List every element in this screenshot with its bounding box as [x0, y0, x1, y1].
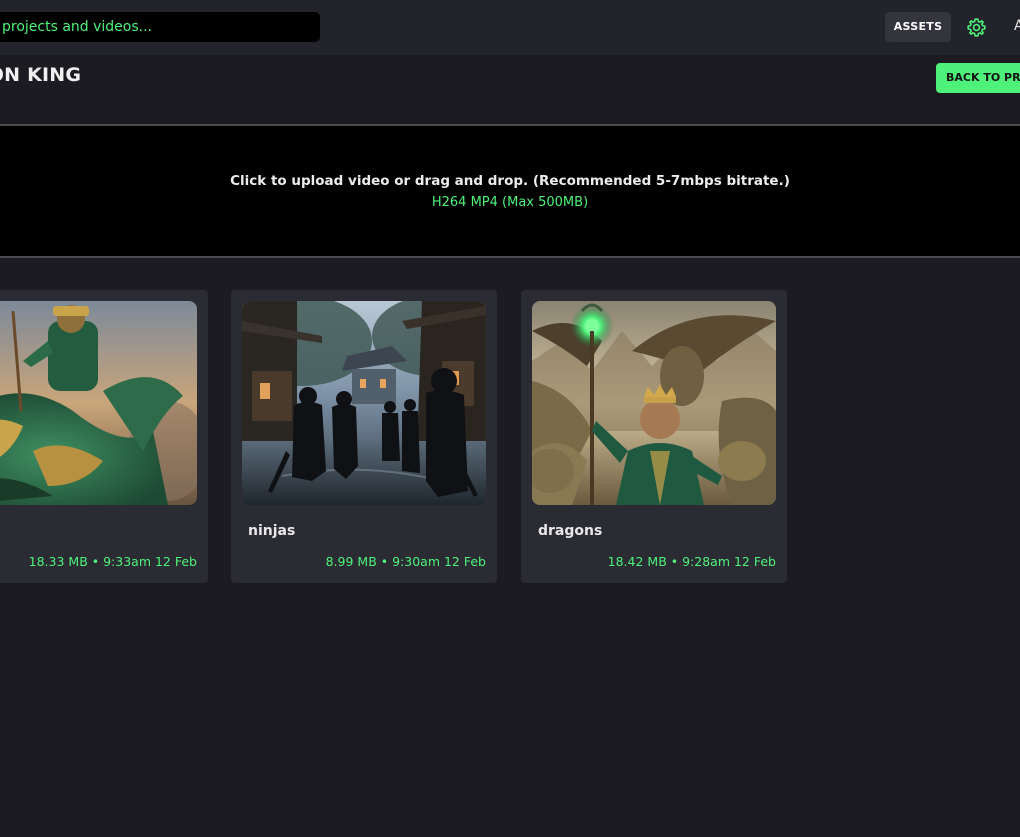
top-bar: projects and videos... ASSETS A: [0, 0, 1020, 55]
account-menu-label[interactable]: A: [1014, 18, 1020, 34]
video-name: ninjas: [248, 523, 296, 539]
video-thumbnail[interactable]: [532, 301, 776, 505]
back-to-projects-button[interactable]: BACK TO PR: [936, 63, 1020, 93]
upload-format-hint: H264 MP4 (Max 500MB): [431, 195, 589, 210]
search-input[interactable]: projects and videos...: [0, 12, 320, 42]
video-name: dragons: [538, 523, 603, 539]
video-thumbnail[interactable]: [242, 301, 486, 505]
upload-instruction: Click to upload video or drag and drop. …: [230, 173, 790, 189]
page-title: GON KING: [0, 64, 82, 86]
assets-button[interactable]: ASSETS: [885, 12, 951, 42]
video-thumbnail[interactable]: [0, 301, 197, 505]
video-meta: 8.99 MB • 9:30am 12 Feb: [325, 554, 486, 569]
gear-icon[interactable]: [966, 17, 987, 38]
video-meta: 18.42 MB • 9:28am 12 Feb: [607, 554, 776, 569]
upload-dropzone[interactable]: Click to upload video or drag and drop. …: [0, 124, 1020, 258]
project-page: projects and videos... ASSETS A GON KING…: [0, 0, 1020, 837]
video-meta: 18.33 MB • 9:33am 12 Feb: [28, 554, 197, 569]
video-card[interactable]: ninjas 8.99 MB • 9:30am 12 Feb: [231, 290, 497, 583]
video-card[interactable]: dragons 18.42 MB • 9:28am 12 Feb: [521, 290, 787, 583]
video-card[interactable]: 18.33 MB • 9:33am 12 Feb: [0, 290, 208, 583]
